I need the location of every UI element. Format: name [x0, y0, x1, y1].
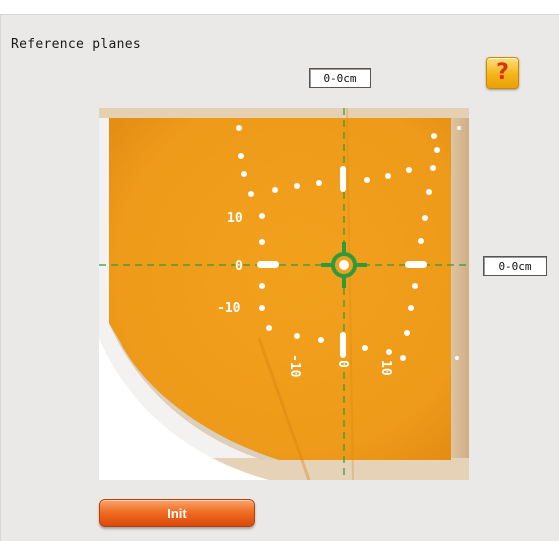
- scale-label-left-bottom: -10: [217, 301, 241, 316]
- camera-view[interactable]: 10 0 -10 -10 0 10: [99, 108, 469, 480]
- help-button[interactable]: ?: [486, 57, 519, 89]
- horizontal-plane-offset-readout: 0-0cm: [483, 256, 547, 276]
- scale-label-left-mid: 0: [235, 259, 243, 274]
- scale-label-bottom-right: 10: [378, 360, 393, 376]
- question-mark-icon: ?: [496, 60, 509, 85]
- scale-label-bottom-left: -10: [287, 354, 302, 378]
- scale-label-bottom-mid: 0: [335, 360, 350, 368]
- init-button[interactable]: Init: [99, 499, 255, 527]
- panel-title: Reference planes: [11, 37, 142, 52]
- camera-view-image: 10 0 -10 -10 0 10: [99, 108, 469, 480]
- vertical-plane-offset-readout: 0-0cm: [309, 68, 371, 88]
- scale-label-left-top: 10: [227, 211, 243, 226]
